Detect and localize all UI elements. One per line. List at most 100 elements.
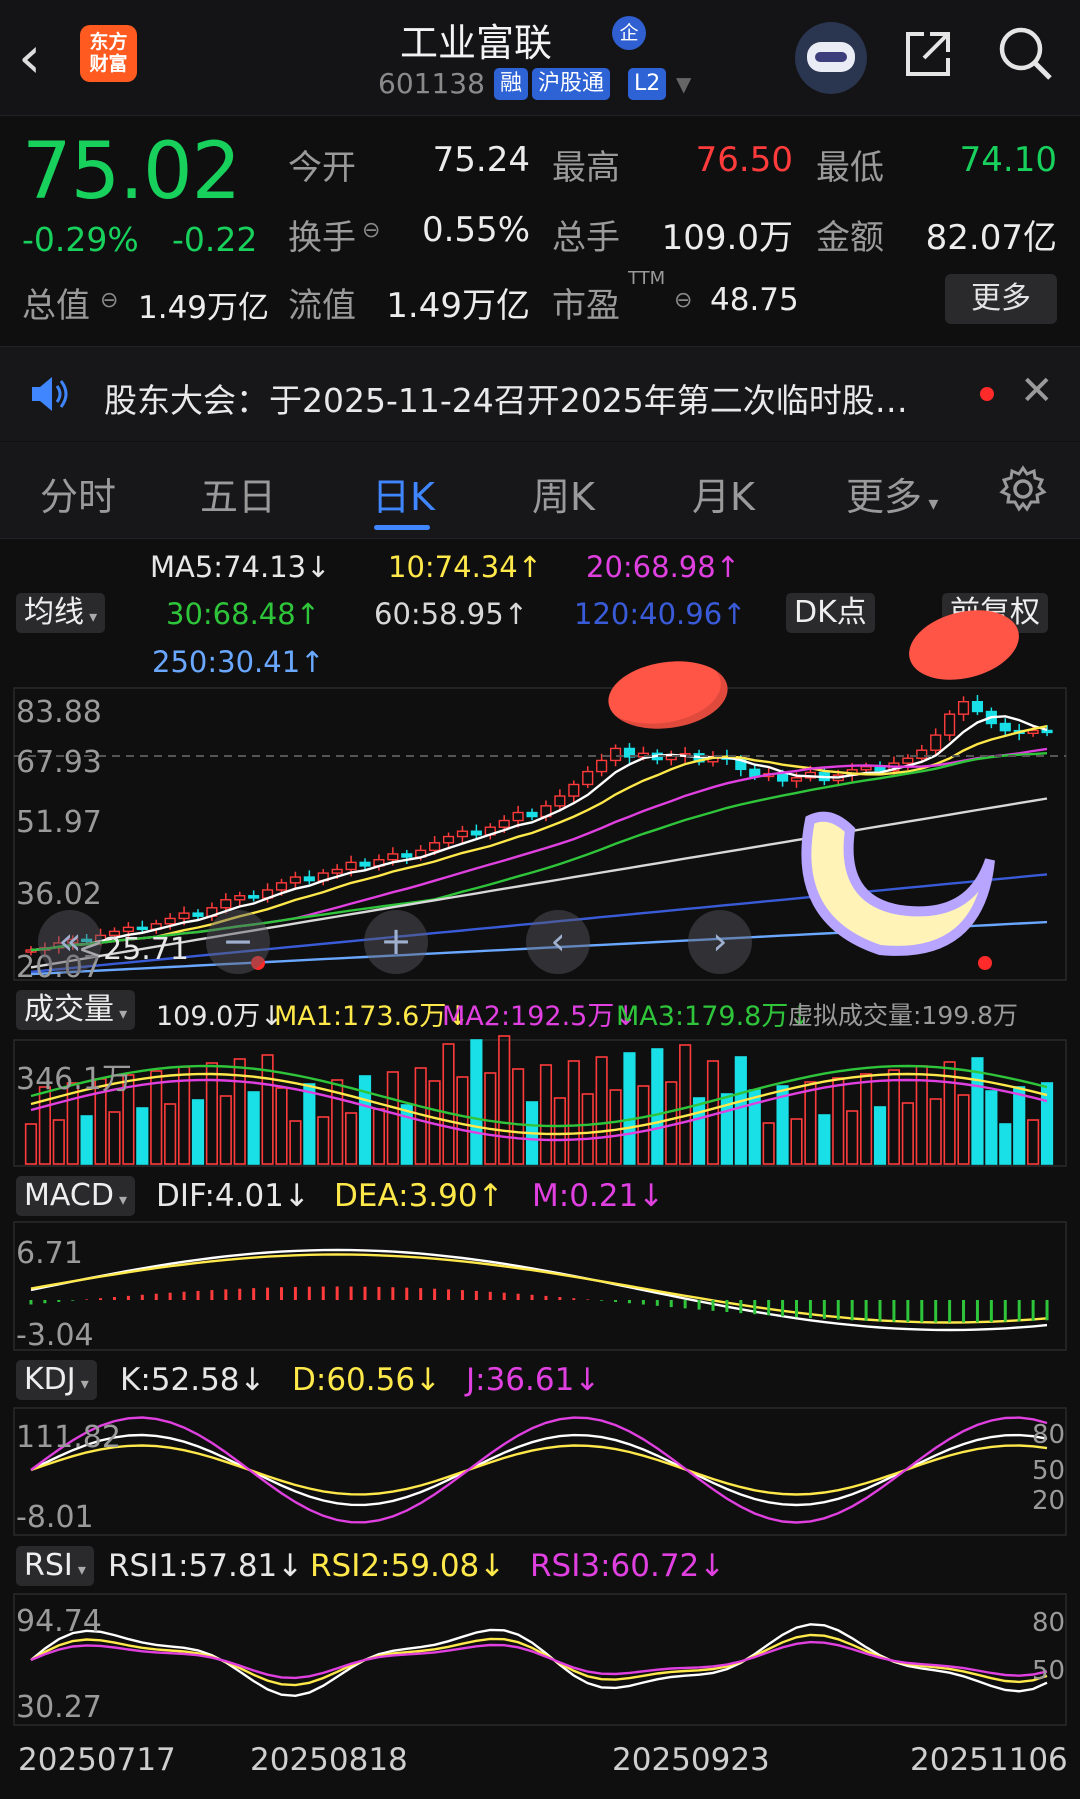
volume-bar bbox=[164, 1103, 177, 1165]
kdj-j-line bbox=[30, 1416, 1048, 1524]
volume-bar bbox=[289, 1120, 302, 1165]
volume-ma2-line bbox=[30, 1078, 1048, 1142]
kdj-d-line bbox=[30, 1444, 1048, 1496]
panel-frame bbox=[13, 1593, 1067, 1726]
more-quote-button[interactable]: 更多 bbox=[945, 274, 1057, 324]
kdj-axis-bottom: -8.01 bbox=[16, 1500, 94, 1535]
ma-selector[interactable]: 均线 ▾ bbox=[16, 593, 106, 633]
volume-bar bbox=[219, 1095, 232, 1165]
info-icon[interactable]: ⊖ bbox=[100, 288, 118, 313]
kdj-k-line bbox=[30, 1433, 1048, 1507]
info-icon[interactable]: ⊖ bbox=[362, 218, 380, 243]
volume-bar bbox=[734, 1056, 747, 1165]
candle-body bbox=[749, 768, 761, 778]
notice-text[interactable]: 股东大会：于2025-11-24召开2025年第二次临时股… bbox=[104, 374, 908, 422]
robot-avatar-icon[interactable] bbox=[795, 22, 867, 94]
date-label: 20250923 bbox=[612, 1742, 770, 1778]
change-amount: -0.22 bbox=[172, 220, 258, 259]
rsi-2: RSI2:59.08↓ bbox=[310, 1548, 506, 1584]
rsi-selector[interactable]: RSI ▾ bbox=[16, 1546, 94, 1586]
rsi-3: RSI3:60.72↓ bbox=[530, 1548, 726, 1584]
tab-weekly-k[interactable]: 周K bbox=[532, 466, 595, 521]
dk-point-button[interactable]: DK点 bbox=[786, 593, 875, 633]
total-value: 1.49万亿 bbox=[138, 290, 270, 326]
candle-body bbox=[122, 926, 134, 933]
kdj-selector[interactable]: KDJ ▾ bbox=[16, 1360, 97, 1400]
volume-bar bbox=[205, 1062, 218, 1165]
volume-bar bbox=[985, 1090, 998, 1165]
ma250-label: 250:30.41↑ bbox=[152, 645, 325, 679]
volume-bar bbox=[191, 1099, 205, 1165]
scroll-right-icon[interactable]: › bbox=[688, 910, 752, 974]
volume-bar bbox=[1027, 1119, 1040, 1165]
volume-bar bbox=[470, 1039, 483, 1165]
stock-code: 601138 bbox=[378, 67, 485, 100]
candle-body bbox=[1041, 729, 1053, 734]
back-icon[interactable]: ‹ bbox=[18, 22, 68, 92]
share-icon[interactable] bbox=[900, 26, 956, 82]
volume-bar bbox=[484, 1072, 497, 1165]
candle-body bbox=[777, 773, 789, 782]
candle-body bbox=[999, 722, 1011, 732]
chevron-down-icon[interactable]: ▼ bbox=[676, 72, 691, 96]
volume-value: 109.0万 bbox=[661, 218, 793, 258]
candle-body bbox=[971, 701, 984, 713]
scroll-start-icon[interactable]: « bbox=[38, 910, 102, 974]
close-icon[interactable]: ✕ bbox=[1020, 368, 1054, 414]
volume-bar bbox=[386, 1071, 399, 1165]
candle-body bbox=[512, 811, 524, 822]
last-price: 75.02 bbox=[22, 127, 241, 217]
high-value: 76.50 bbox=[695, 140, 793, 180]
candle-body bbox=[192, 912, 204, 917]
volume-bar bbox=[665, 1081, 678, 1165]
scroll-left-icon[interactable]: ‹ bbox=[526, 910, 590, 974]
tab-intraday[interactable]: 分时 bbox=[40, 466, 116, 521]
candle-body bbox=[359, 861, 371, 867]
volume-bar bbox=[553, 1097, 566, 1165]
candle-body bbox=[790, 777, 803, 782]
candle-body bbox=[470, 830, 482, 836]
volume-selector[interactable]: 成交量 ▾ bbox=[16, 990, 136, 1030]
macd-dea: DEA:3.90↑ bbox=[334, 1178, 504, 1214]
zoom-out-icon[interactable]: − bbox=[206, 910, 270, 974]
volume-bar bbox=[832, 1077, 845, 1165]
rsi-tick-50: 50 bbox=[1032, 1656, 1066, 1686]
ma60-label: 60:58.95↑ bbox=[374, 597, 528, 631]
volume-ma3: MA3:179.8万↓ bbox=[616, 1001, 811, 1032]
price-axis-label: 67.93 bbox=[16, 745, 102, 780]
candle-body bbox=[498, 819, 510, 828]
tab-monthly-k[interactable]: 月K bbox=[692, 466, 755, 521]
tab-more[interactable]: 更多 ▾ bbox=[846, 466, 938, 521]
volume-bar bbox=[595, 1056, 608, 1165]
volume-ma2: MA2:192.5万↓ bbox=[442, 1001, 637, 1032]
candle-body bbox=[596, 759, 608, 773]
gear-icon[interactable] bbox=[998, 464, 1048, 514]
amount-value: 82.07亿 bbox=[925, 218, 1057, 258]
volume-bar bbox=[512, 1068, 525, 1165]
info-icon[interactable]: ⊖ bbox=[674, 288, 692, 313]
panel-frame bbox=[13, 1221, 1067, 1351]
date-label: 20250717 bbox=[18, 1742, 176, 1778]
search-icon[interactable] bbox=[996, 24, 1056, 84]
volume-bar bbox=[247, 1091, 260, 1165]
ma120-label: 120:40.96↑ bbox=[574, 597, 747, 631]
tab-five-day[interactable]: 五日 bbox=[200, 466, 276, 521]
rsi-tick-80: 80 bbox=[1032, 1608, 1066, 1638]
rsi-axis-bottom: 30.27 bbox=[16, 1690, 102, 1725]
candle-body bbox=[275, 882, 288, 891]
zoom-in-icon[interactable]: + bbox=[364, 910, 428, 974]
turnover-value: 0.55% bbox=[421, 210, 530, 250]
float-value-label: 流值 bbox=[288, 286, 356, 326]
kdj-axis-top: 111.82 bbox=[16, 1420, 121, 1455]
volume-bar bbox=[887, 1069, 901, 1165]
candle-body bbox=[387, 853, 399, 861]
macd-selector[interactable]: MACD ▾ bbox=[16, 1176, 136, 1216]
total-value-label: 总值 bbox=[22, 286, 90, 326]
volume-bar bbox=[818, 1114, 831, 1165]
volume-bar bbox=[679, 1044, 692, 1165]
volume-axis-label: 346.1万 bbox=[16, 1062, 132, 1097]
price-axis-label: 83.88 bbox=[16, 695, 102, 730]
volume-bar bbox=[999, 1123, 1012, 1165]
tab-daily-k[interactable]: 日K bbox=[372, 466, 435, 521]
kdj-tick-50: 50 bbox=[1032, 1456, 1066, 1486]
